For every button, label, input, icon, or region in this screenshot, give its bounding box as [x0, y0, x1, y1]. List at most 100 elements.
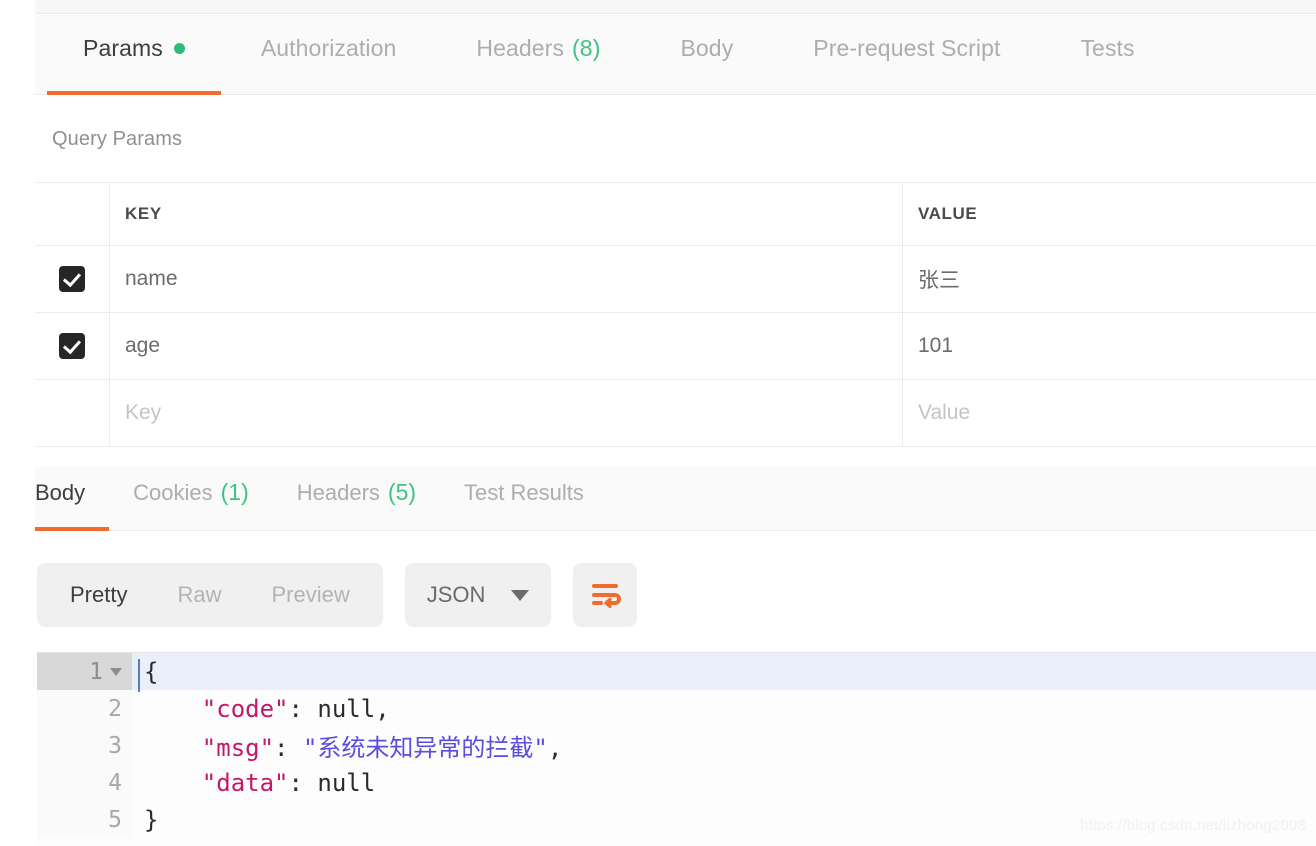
request-tab-body[interactable]: Body — [640, 15, 773, 95]
param-key-cell[interactable]: Key — [110, 380, 903, 446]
code-line-content: } — [132, 806, 158, 834]
request-tab-label: Tests — [1080, 34, 1135, 61]
view-mode-raw[interactable]: Raw — [152, 563, 246, 627]
row-enabled-checkbox[interactable] — [59, 333, 85, 359]
param-value-value: 101 — [918, 334, 954, 357]
code-line: 3 "msg": "系统未知异常的拦截", — [37, 727, 1316, 764]
code-line-content: "data": null — [132, 769, 375, 797]
header-checkbox-cell — [35, 183, 110, 245]
param-key-value: age — [125, 334, 161, 357]
code-token-punc: : — [288, 768, 318, 797]
row-checkbox-cell — [35, 380, 110, 446]
response-tab-bar: Body Cookies (1) Headers (5) Test Results — [35, 466, 1316, 531]
line-number-text: 2 — [108, 695, 122, 722]
row-enabled-checkbox[interactable] — [59, 266, 85, 292]
active-tab-underline — [35, 527, 110, 531]
request-tab-bar: Params Authorization Headers (8) Body Pre-req… — [35, 15, 1316, 95]
wrap-lines-button[interactable] — [573, 563, 638, 627]
request-tab-pre-request-script[interactable]: Pre-request Script — [773, 15, 1040, 95]
request-tab-authorization[interactable]: Authorization — [221, 15, 437, 95]
response-body-toolbar: Pretty Raw Preview JSON — [37, 563, 638, 627]
code-token-key: "code" — [201, 694, 289, 723]
code-line: 1{ — [37, 653, 1316, 692]
param-value-cell[interactable]: 张三 — [903, 246, 1316, 312]
code-token-punc: , — [547, 734, 563, 762]
response-tabs: Body Cookies (1) Headers (5) Test Results — [35, 466, 608, 531]
table-row: name 张三 — [35, 246, 1316, 313]
response-tab-headers[interactable]: Headers (5) — [273, 466, 440, 531]
row-enabled-checkbox[interactable] — [59, 400, 85, 426]
code-token-punc: { — [144, 657, 159, 686]
code-line-number: 3 — [37, 727, 132, 764]
view-mode-pretty[interactable]: Pretty — [45, 563, 152, 627]
code-line-content: { — [132, 657, 159, 692]
view-mode-preview[interactable]: Preview — [246, 563, 374, 627]
request-tab-label: Headers — [476, 34, 565, 61]
line-number-text: 1 — [89, 658, 103, 685]
query-params-table: KEY VALUE name 张三 age 101 Key Value — [35, 182, 1316, 447]
code-token-lit: null, — [317, 694, 390, 723]
format-select-label: JSON — [426, 582, 486, 607]
table-row: age 101 — [35, 313, 1316, 380]
code-token-punc: } — [144, 805, 159, 834]
header-value-cell: VALUE — [903, 183, 1316, 245]
fold-toggle-icon[interactable] — [110, 667, 122, 676]
param-key-value: name — [125, 267, 178, 290]
code-token-lit: null — [317, 768, 376, 797]
request-tab-params[interactable]: Params — [47, 15, 221, 95]
table-row: Key Value — [35, 380, 1316, 447]
param-key-cell[interactable]: name — [110, 246, 903, 312]
row-checkbox-cell — [35, 246, 110, 312]
request-tab-label: Body — [680, 34, 734, 61]
code-line-content: "code": null, — [132, 695, 390, 723]
request-tabs: Params Authorization Headers (8) Body Pre-req… — [47, 15, 1175, 95]
response-tab-label: Test Results — [464, 479, 584, 505]
param-value-cell[interactable]: 101 — [903, 313, 1316, 379]
request-tab-label: Params — [83, 34, 163, 61]
code-token-key: "data" — [201, 768, 289, 797]
param-value-cell[interactable]: Value — [903, 380, 1316, 446]
left-gutter — [0, 0, 35, 846]
column-header-value: VALUE — [918, 204, 978, 223]
format-select[interactable]: JSON — [404, 563, 552, 627]
code-line-number: 2 — [37, 690, 132, 727]
code-line: 2 "code": null, — [37, 690, 1316, 727]
request-tab-headers[interactable]: Headers (8) — [436, 15, 640, 95]
response-tab-label: Headers — [296, 479, 380, 505]
response-tab-count: (1) — [220, 479, 249, 505]
request-tab-label: Pre-request Script — [813, 34, 1001, 61]
code-token-str: "系统未知异常的拦截" — [302, 734, 548, 762]
column-header-key: KEY — [125, 204, 162, 223]
response-tab-body[interactable]: Body — [35, 466, 110, 531]
modified-dot-icon — [173, 42, 185, 54]
param-value-placeholder: Value — [918, 401, 971, 424]
code-line: 4 "data": null — [37, 764, 1316, 801]
param-key-cell[interactable]: age — [110, 313, 903, 379]
param-rows-container: name 张三 age 101 Key Value — [35, 246, 1316, 447]
view-mode-segmented-control: Pretty Raw Preview — [37, 563, 383, 627]
active-tab-underline — [47, 91, 221, 95]
code-token-punc: : — [288, 694, 318, 723]
watermark: https://blog.csdn.net/lizhong2008 — [1080, 817, 1306, 834]
code-line-number: 5 — [37, 801, 132, 838]
wrap-lines-icon — [592, 584, 622, 609]
param-key-placeholder: Key — [125, 401, 162, 424]
code-token-key: "msg" — [201, 734, 275, 762]
code-line-number: 1 — [37, 653, 132, 690]
response-tab-test-results[interactable]: Test Results — [440, 466, 608, 531]
response-tab-cookies[interactable]: Cookies (1) — [109, 466, 273, 531]
chevron-down-icon — [511, 589, 530, 601]
line-number-text: 4 — [108, 769, 122, 796]
request-tab-count: (8) — [572, 34, 601, 61]
code-line-content: "msg": "系统未知异常的拦截", — [132, 728, 563, 763]
top-divider — [35, 0, 1316, 14]
code-token-punc: : — [274, 734, 303, 762]
response-tab-label: Body — [35, 479, 86, 505]
table-header-row: KEY VALUE — [35, 183, 1316, 246]
request-tab-tests[interactable]: Tests — [1040, 15, 1174, 95]
response-tab-label: Cookies — [133, 479, 213, 505]
code-line-number: 4 — [37, 764, 132, 801]
row-checkbox-cell — [35, 313, 110, 379]
